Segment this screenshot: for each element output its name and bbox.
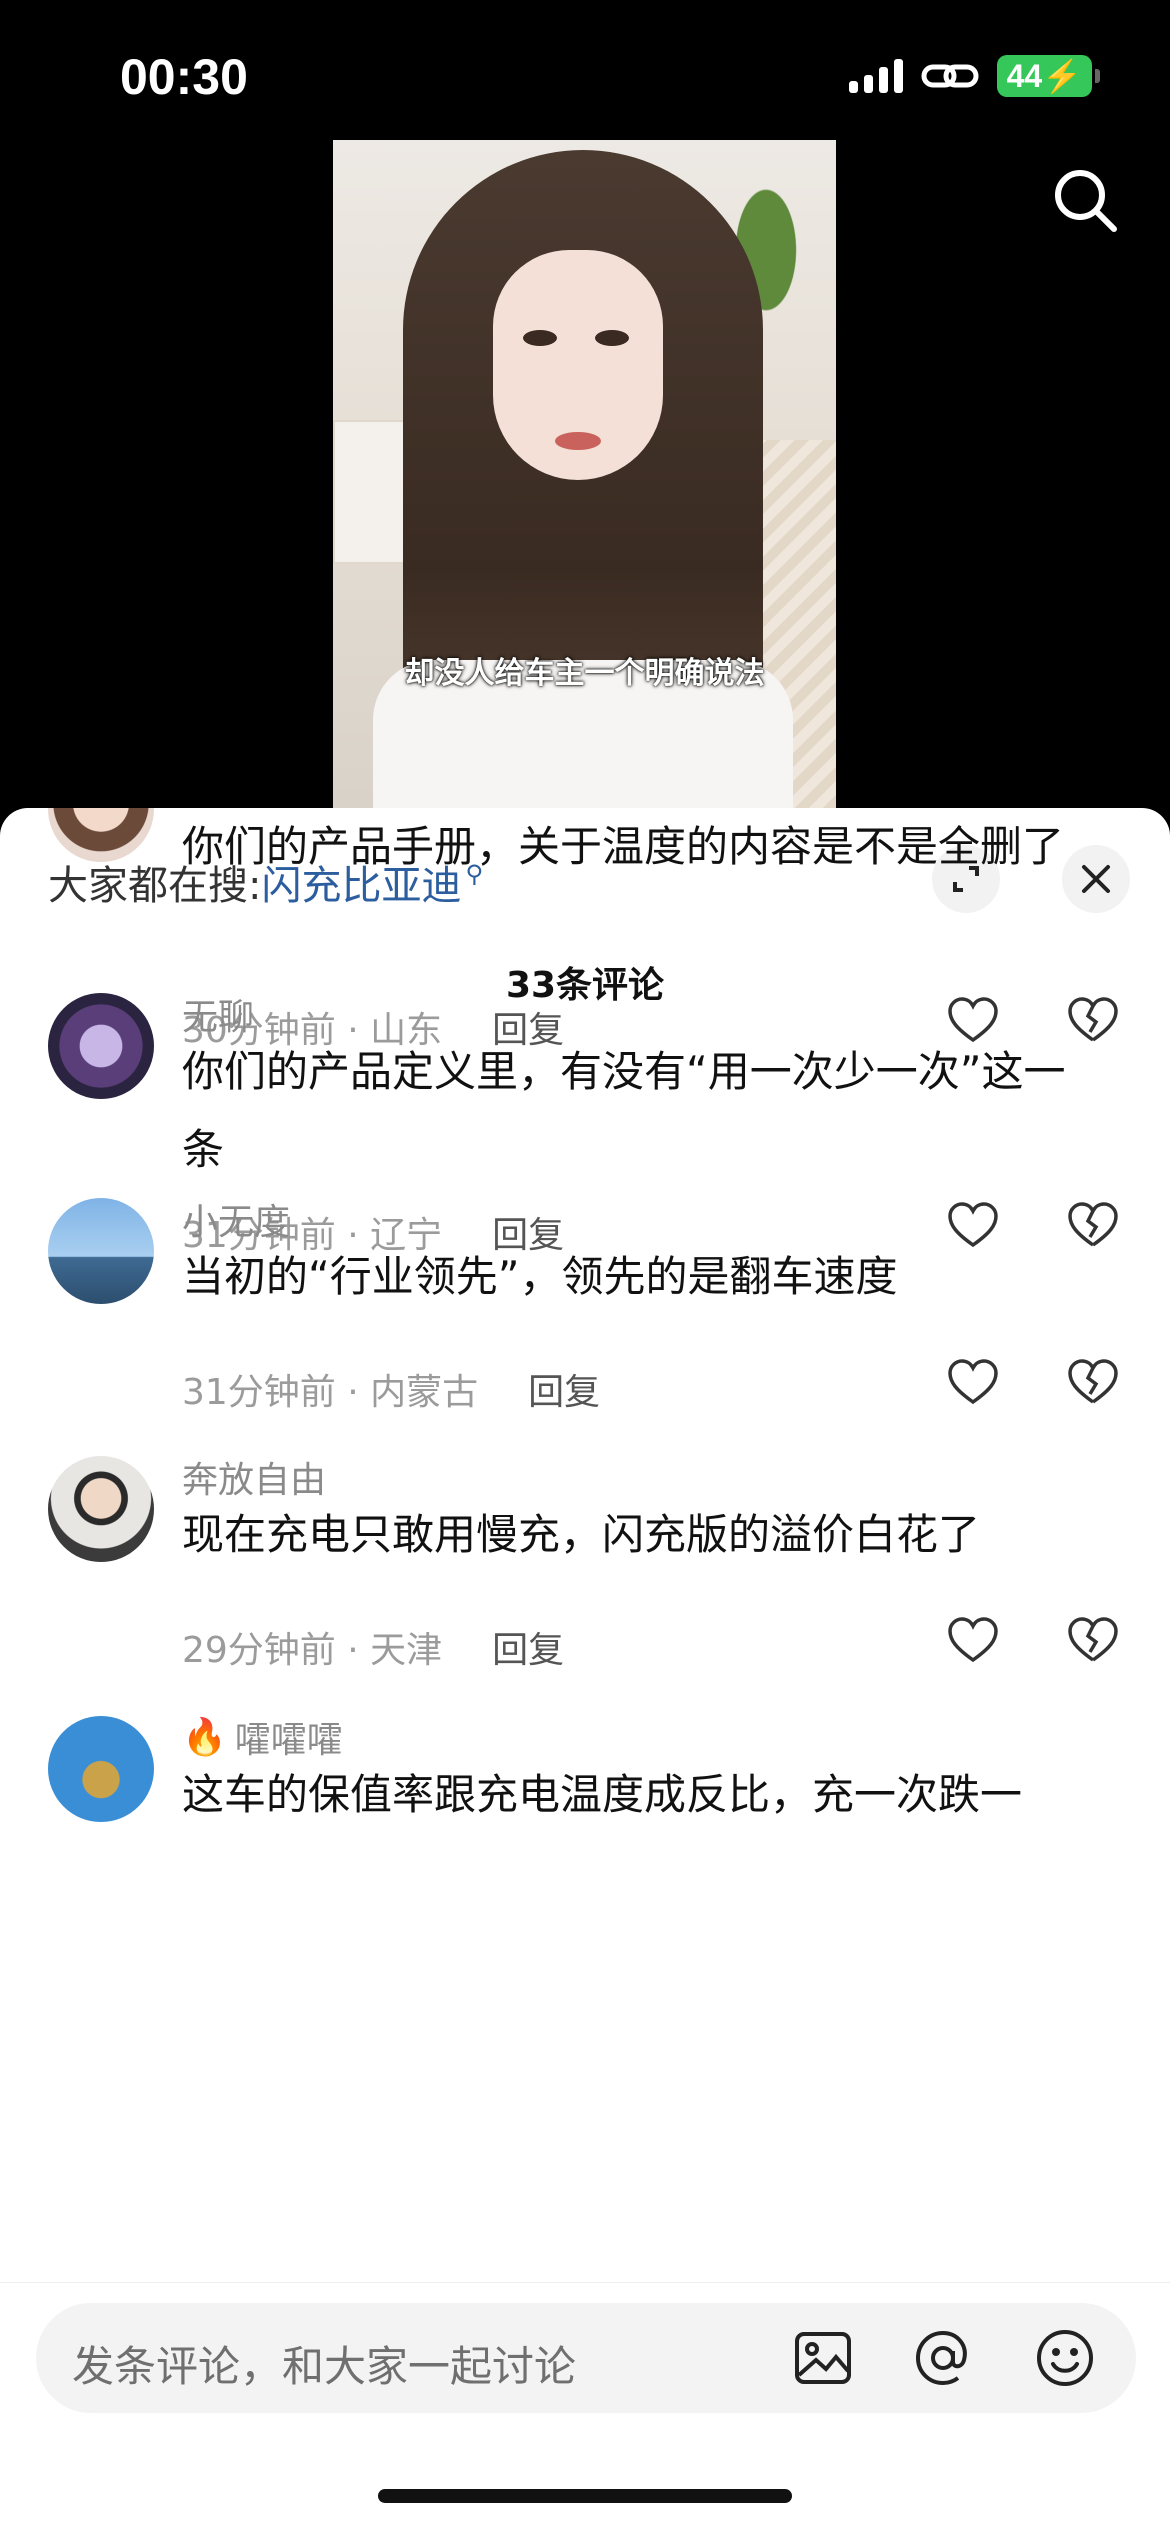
search-icon[interactable]	[1050, 165, 1120, 235]
image-icon[interactable]	[792, 2327, 854, 2389]
video-eye-right	[595, 330, 629, 346]
video-lips	[555, 432, 601, 450]
status-indicators: 44⚡	[848, 55, 1101, 97]
comment-text: 现在充电只敢用慢充，闪充版的溢价白花了	[182, 1510, 981, 1559]
avatar[interactable]	[48, 1198, 154, 1304]
comment-text: 当初的“行业领先”，领先的是翻车速度	[182, 1252, 898, 1301]
reply-button[interactable]: 回复	[528, 1363, 600, 1415]
status-time: 00:30	[120, 49, 248, 105]
comment-sheet: 大家都在搜: 闪充比亚迪 ⚲ 33条评论 你们的产品手册，关于温度的内容是不是全…	[0, 808, 1170, 2532]
reply-button[interactable]: 回复	[492, 1621, 564, 1673]
comment-time-location: 29分钟前 · 天津	[182, 1630, 443, 1671]
comment-meta: 29分钟前 · 天津 回复	[182, 1621, 564, 1673]
battery-indicator: 44⚡	[996, 55, 1101, 97]
comment-time-location: 31分钟前 · 内蒙古	[182, 1372, 479, 1413]
link-icon	[921, 64, 979, 88]
comment-input-placeholder: 发条评论，和大家一起讨论	[72, 2342, 577, 2391]
comment-text: 你们的产品定义里，有没有“用一次少一次”这一条	[182, 1047, 1066, 1174]
avatar[interactable]	[48, 1456, 154, 1562]
comment-text: 这车的保值率跟充电温度成反比，充一次跌一	[182, 1770, 1023, 1819]
avatar[interactable]	[48, 993, 154, 1099]
heart-icon[interactable]	[946, 1356, 1000, 1410]
emoji-icon[interactable]	[1034, 2327, 1096, 2389]
comment-meta: 31分钟前 · 内蒙古 回复	[182, 1363, 600, 1415]
video-thumbnail[interactable]: 却没人给车主一个明确说法	[333, 140, 836, 808]
comment-input[interactable]: 发条评论，和大家一起讨论	[36, 2303, 1136, 2413]
video-eye-left	[523, 330, 557, 346]
avatar[interactable]	[48, 1716, 154, 1822]
fire-icon: 🔥	[182, 1717, 227, 1758]
heart-icon[interactable]	[946, 1614, 1000, 1668]
broken-heart-icon[interactable]	[1066, 1614, 1120, 1668]
home-indicator[interactable]	[378, 2489, 792, 2503]
broken-heart-icon[interactable]	[1066, 1356, 1120, 1410]
battery-level: 44	[1006, 58, 1043, 94]
video-caption: 却没人给车主一个明确说法	[404, 656, 765, 691]
comment-text: 你们的产品手册，关于温度的内容是不是全删了	[182, 822, 1065, 871]
signal-icon	[848, 59, 903, 93]
at-icon[interactable]	[912, 2327, 974, 2389]
